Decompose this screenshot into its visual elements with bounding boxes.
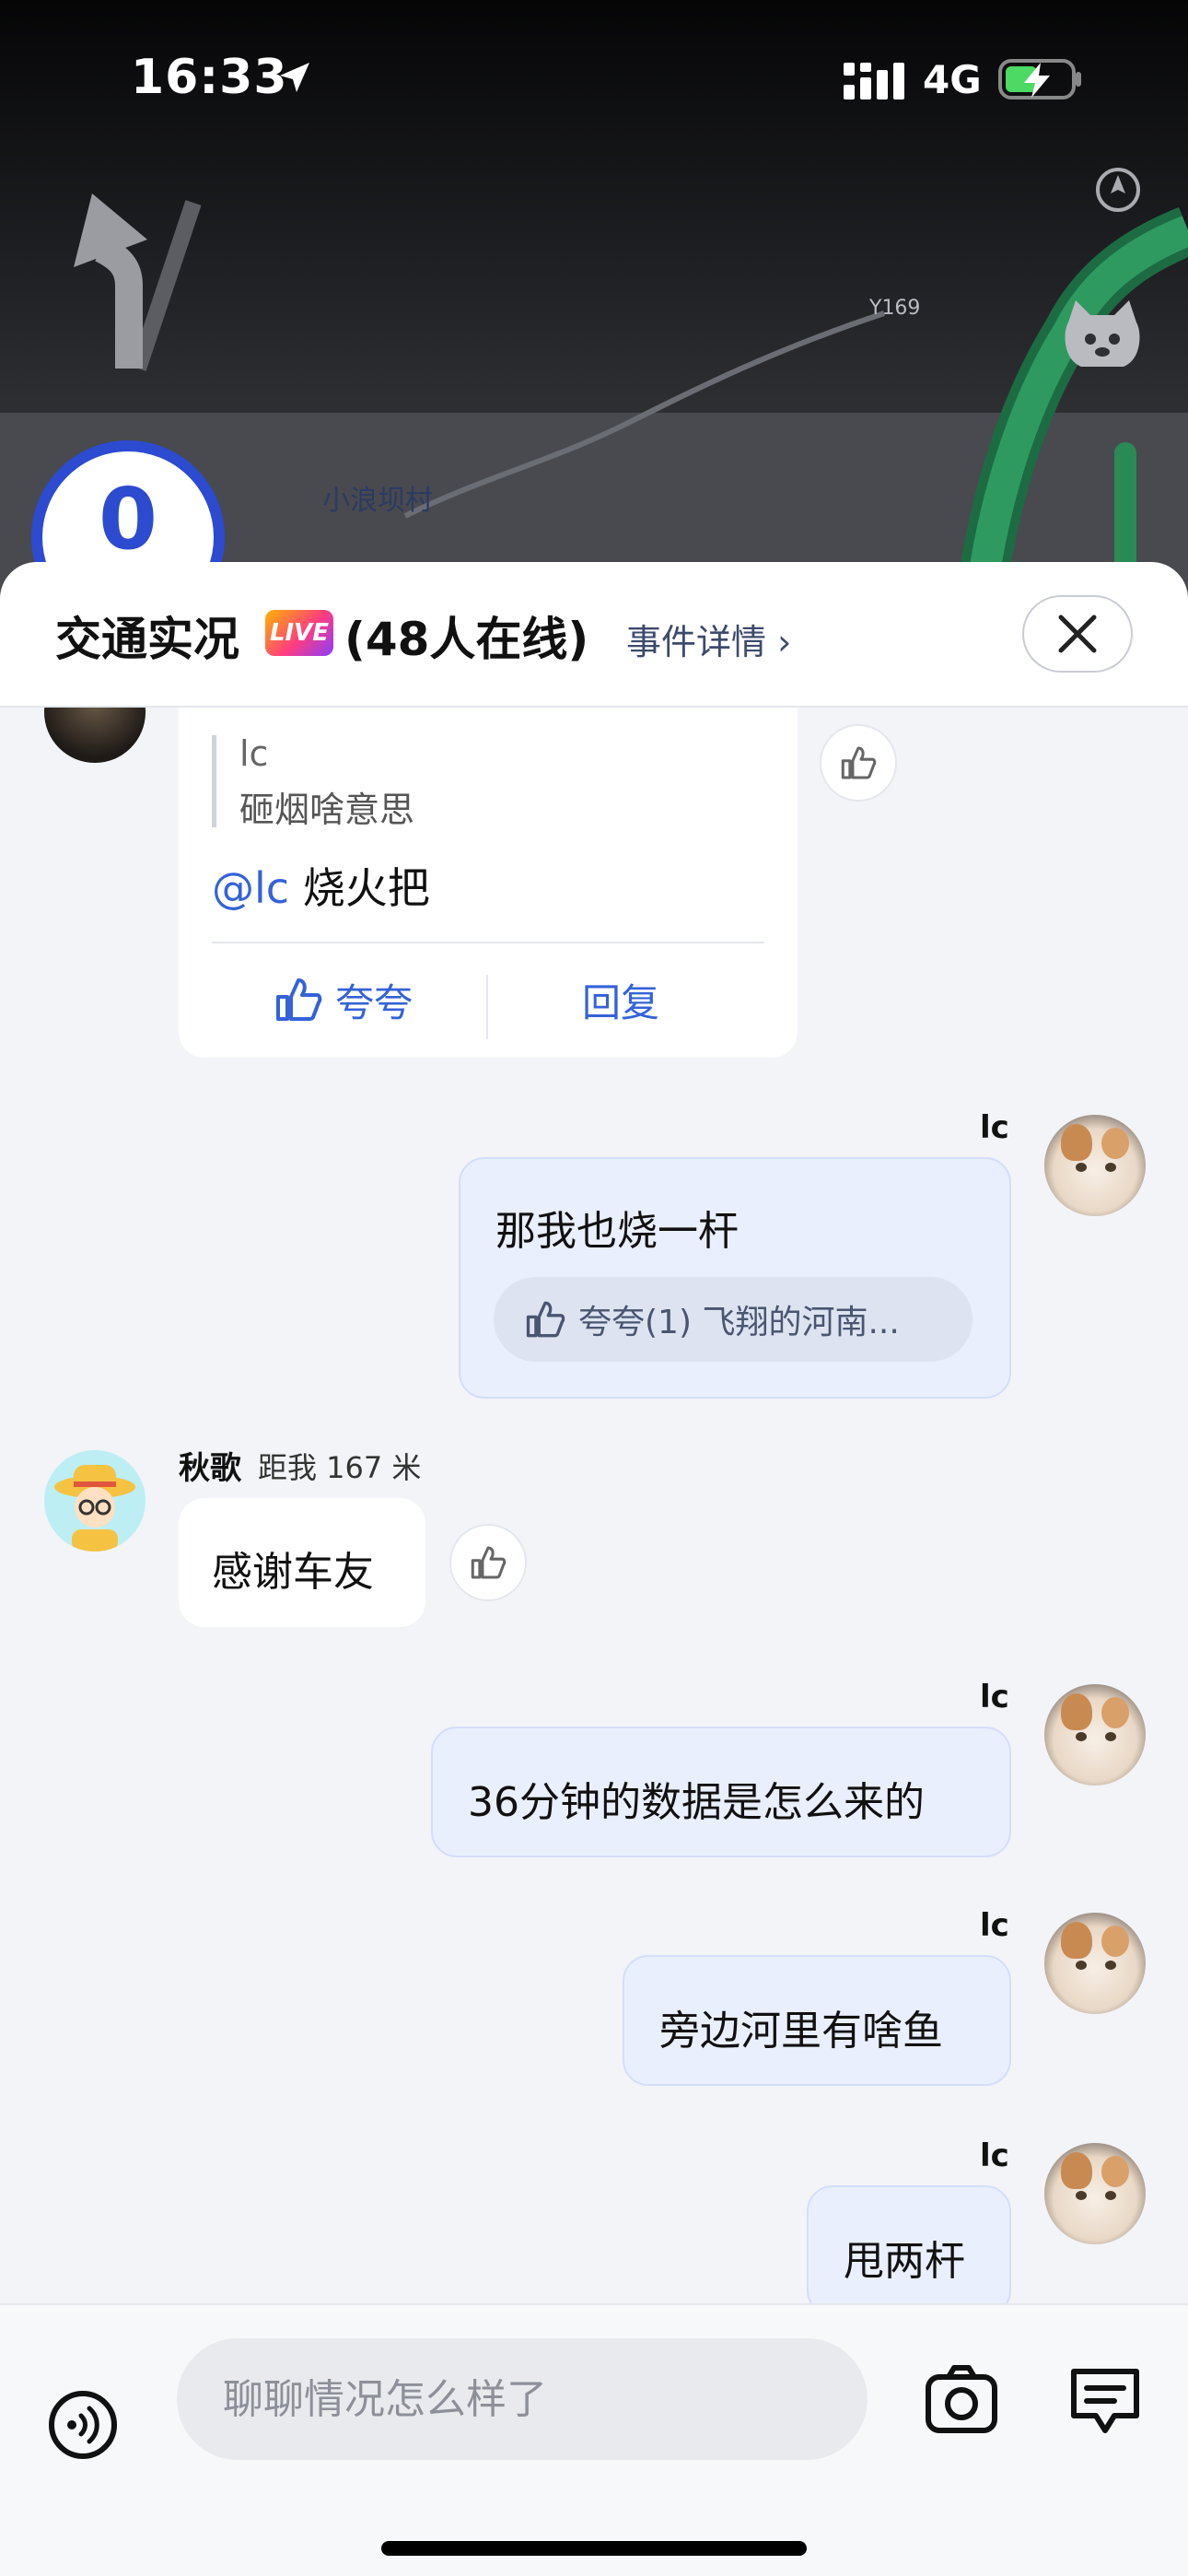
girl-avatar-illustration bbox=[54, 1465, 135, 1551]
sender-name: lc bbox=[980, 1679, 1009, 1715]
quoted-text: 砸烟啥意思 bbox=[239, 790, 415, 830]
avatar-eyes bbox=[1076, 1732, 1116, 1741]
camera-icon[interactable] bbox=[923, 2364, 1000, 2438]
praise-summary-text: 夸夸(1) 飞翔的河南... bbox=[578, 1304, 900, 1341]
close-icon bbox=[1058, 615, 1097, 653]
close-button[interactable] bbox=[1022, 595, 1133, 673]
sender-name: lc bbox=[980, 2137, 1009, 2174]
reply-button[interactable]: 回复 bbox=[582, 967, 659, 1032]
sender-name: lc bbox=[980, 1907, 1009, 1944]
chat-input[interactable] bbox=[177, 2338, 868, 2460]
cellular-signal-icon bbox=[844, 63, 904, 100]
message-text: 感谢车友 bbox=[212, 1549, 374, 1596]
like-button[interactable] bbox=[820, 724, 897, 802]
avatar[interactable] bbox=[1044, 1913, 1146, 2014]
message-text: 甩两杆 bbox=[844, 2238, 965, 2285]
chat-message-list[interactable]: lc 砸烟啥意思 @lc 烧火把 夸夸 回复 lc 那我也烧一杆 夸夸(1) 飞… bbox=[0, 708, 1188, 2303]
avatar[interactable] bbox=[44, 1450, 146, 1551]
thumbs-up-icon bbox=[526, 1301, 565, 1338]
turn-left-arrow-icon bbox=[74, 193, 202, 371]
live-badge: LIVE bbox=[265, 610, 333, 656]
cat-assistant-icon[interactable] bbox=[1059, 295, 1146, 372]
quoted-sender: lc bbox=[239, 733, 269, 774]
network-type: 4G bbox=[923, 57, 982, 102]
card-vertical-divider bbox=[486, 975, 488, 1039]
location-arrow-icon bbox=[280, 63, 309, 92]
compass-icon[interactable] bbox=[1094, 166, 1142, 214]
message-bubble[interactable]: 36分钟的数据是怎么来的 bbox=[431, 1727, 1011, 1857]
village-label: 小浪坝村 bbox=[322, 485, 433, 517]
reply-text-line: @lc 烧火把 bbox=[212, 855, 430, 916]
reply-label: 回复 bbox=[582, 979, 660, 1025]
avatar[interactable] bbox=[1044, 1684, 1146, 1786]
like-button[interactable] bbox=[449, 1524, 527, 1601]
event-details-link[interactable]: 事件详情 › bbox=[626, 614, 791, 664]
praise-button[interactable]: 夸夸 bbox=[274, 967, 413, 1032]
message-text: 旁边河里有啥鱼 bbox=[659, 2008, 943, 2055]
praise-summary[interactable]: 夸夸(1) 飞翔的河南... bbox=[494, 1277, 973, 1362]
battery-charging-icon bbox=[998, 59, 1081, 100]
message-text: 那我也烧一杆 bbox=[495, 1208, 739, 1255]
mention-link[interactable]: @lc bbox=[212, 863, 289, 913]
traffic-chat-sheet: 交通实况 LIVE (48人在线) 事件详情 › lc 砸烟啥意思 @lc 烧火… bbox=[0, 562, 1188, 2576]
chevron-right-icon: › bbox=[777, 622, 792, 662]
sender-distance: 距我 167 米 bbox=[258, 1450, 422, 1485]
message-bubble[interactable]: 甩两杆 bbox=[807, 2185, 1011, 2303]
status-time: 16:33 bbox=[131, 50, 288, 105]
road-label: Y169 bbox=[869, 297, 921, 320]
avatar-eyes bbox=[1076, 1961, 1116, 1970]
home-indicator[interactable] bbox=[381, 2541, 807, 2556]
input-bar bbox=[0, 2303, 1188, 2576]
online-count: (48人在线) bbox=[344, 613, 589, 666]
avatar[interactable] bbox=[1044, 2143, 1146, 2244]
message-bubble[interactable]: 旁边河里有啥鱼 bbox=[623, 1955, 1011, 2086]
speed-value: 0 bbox=[98, 469, 157, 568]
message-bubble[interactable]: 感谢车友 bbox=[179, 1498, 425, 1627]
event-details-label: 事件详情 bbox=[626, 622, 767, 662]
card-divider bbox=[212, 942, 764, 943]
thumbs-up-icon bbox=[276, 978, 322, 1021]
quick-message-icon[interactable] bbox=[1066, 2364, 1144, 2438]
avatar-eyes bbox=[1076, 1163, 1116, 1172]
sender-name: 秋歌 bbox=[179, 1450, 241, 1487]
thumbs-up-icon bbox=[471, 1546, 507, 1579]
avatar[interactable] bbox=[44, 708, 146, 763]
navigation-map[interactable]: 16:33 4G Y169 小浪坝村 0 bbox=[0, 0, 1188, 645]
sheet-header: 交通实况 LIVE (48人在线) 事件详情 › bbox=[0, 562, 1188, 708]
reply-text: 烧火把 bbox=[302, 863, 430, 913]
thumbs-up-icon bbox=[841, 746, 877, 779]
voice-input-icon[interactable] bbox=[46, 2388, 120, 2462]
quote-bar bbox=[212, 735, 216, 827]
message-text: 36分钟的数据是怎么来的 bbox=[468, 1779, 925, 1826]
avatar-eyes bbox=[1076, 2191, 1116, 2200]
reply-message-card: lc 砸烟啥意思 @lc 烧火把 夸夸 回复 bbox=[179, 708, 798, 1058]
sheet-title: 交通实况 bbox=[55, 613, 239, 666]
praise-label: 夸夸 bbox=[335, 979, 413, 1025]
message-bubble[interactable]: 那我也烧一杆 夸夸(1) 飞翔的河南... bbox=[459, 1157, 1011, 1399]
status-bar: 16:33 4G bbox=[0, 0, 1188, 157]
avatar[interactable] bbox=[1044, 1115, 1146, 1216]
sender-name: lc bbox=[980, 1109, 1009, 1146]
